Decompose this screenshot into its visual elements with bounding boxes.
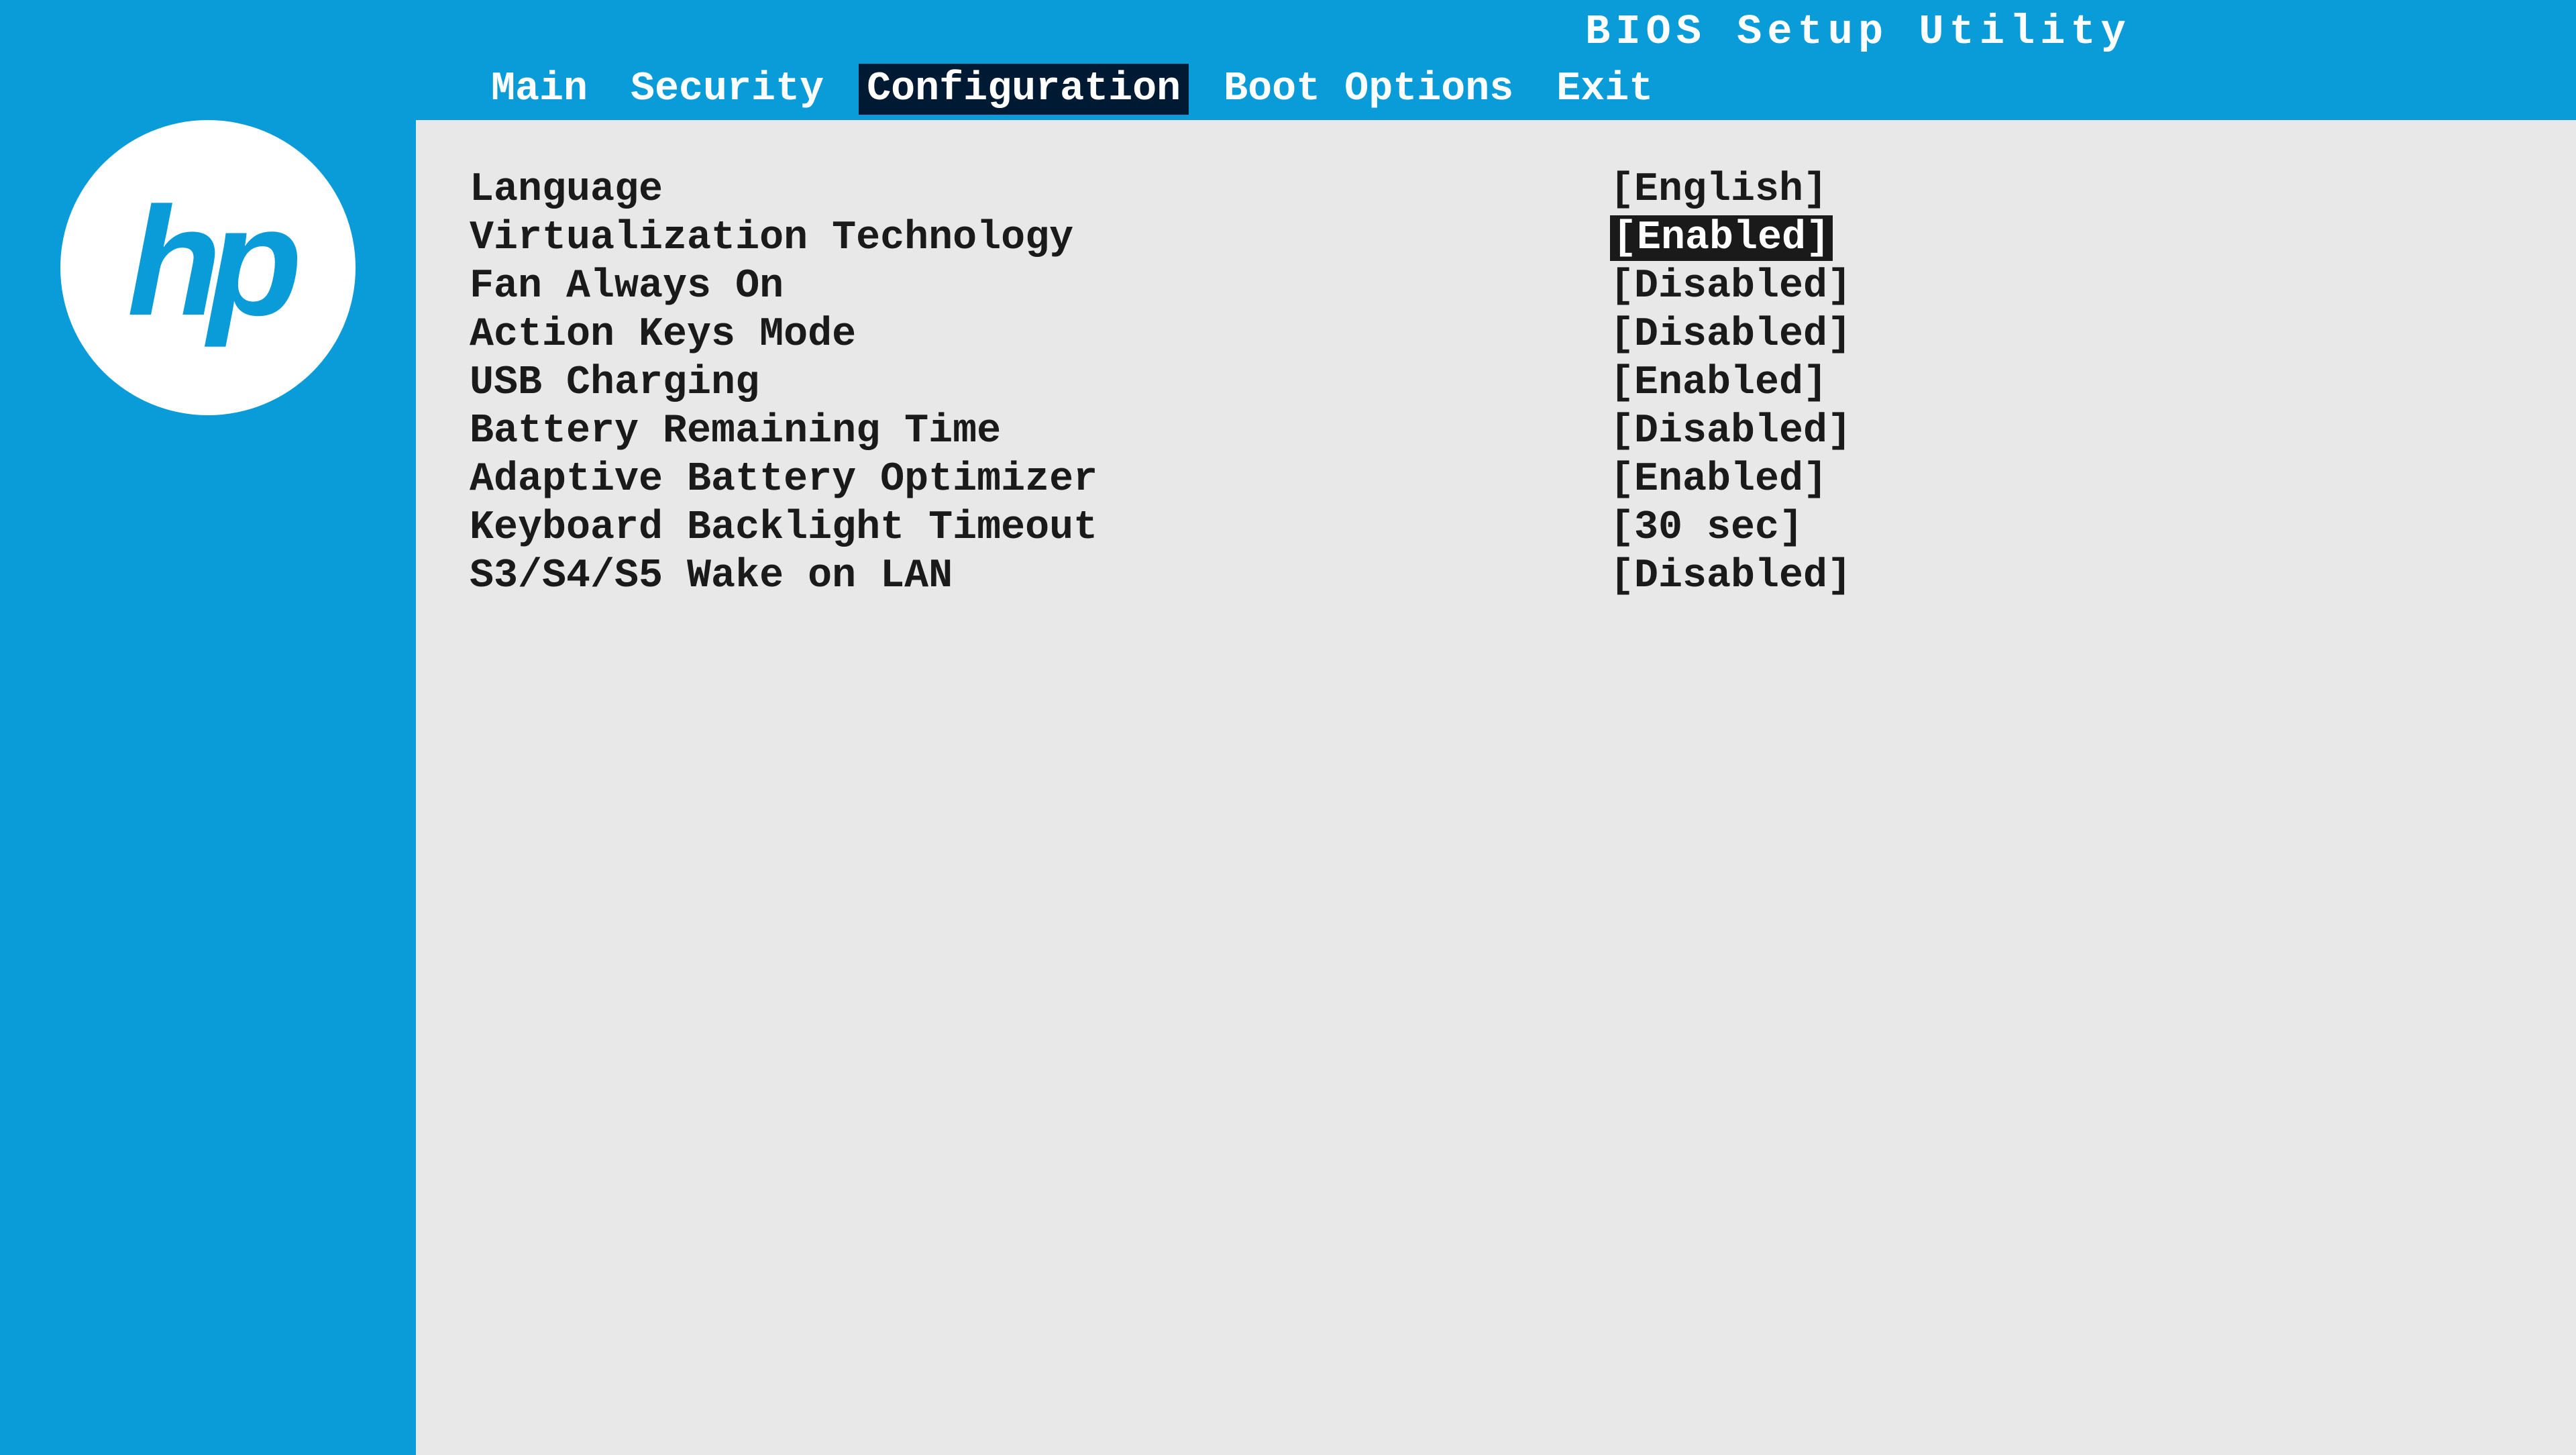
setting-label: S3/S4/S5 Wake on LAN xyxy=(470,553,1610,599)
setting-virtualization[interactable]: Virtualization Technology [Enabled] xyxy=(470,215,2522,261)
main-area: hp Language [English] Virtualization Tec… xyxy=(0,120,2576,1455)
tab-configuration[interactable]: Configuration xyxy=(859,64,1189,115)
setting-usb-charging[interactable]: USB Charging [Enabled] xyxy=(470,360,2522,406)
setting-label: Language xyxy=(470,167,1610,213)
tab-exit[interactable]: Exit xyxy=(1548,64,1661,115)
bios-title: BIOS Setup Utility xyxy=(0,8,2576,56)
setting-keyboard-backlight[interactable]: Keyboard Backlight Timeout [30 sec] xyxy=(470,505,2522,551)
setting-label: Virtualization Technology xyxy=(470,215,1610,261)
setting-value[interactable]: [Disabled] xyxy=(1610,409,1851,454)
hp-logo-text: hp xyxy=(127,172,289,350)
tabs-row: Main Security Configuration Boot Options… xyxy=(0,56,2576,120)
setting-value[interactable]: [30 sec] xyxy=(1610,505,1803,551)
setting-action-keys[interactable]: Action Keys Mode [Disabled] xyxy=(470,312,2522,358)
hp-logo: hp xyxy=(60,120,356,415)
setting-label: USB Charging xyxy=(470,360,1610,406)
setting-label: Adaptive Battery Optimizer xyxy=(470,457,1610,502)
setting-value[interactable]: [English] xyxy=(1610,167,1827,213)
tab-security[interactable]: Security xyxy=(623,64,832,115)
settings-panel: Language [English] Virtualization Techno… xyxy=(416,120,2576,1455)
bios-header: BIOS Setup Utility Main Security Configu… xyxy=(0,0,2576,120)
setting-value[interactable]: [Disabled] xyxy=(1610,553,1851,599)
setting-battery-time[interactable]: Battery Remaining Time [Disabled] xyxy=(470,409,2522,454)
setting-wake-on-lan[interactable]: S3/S4/S5 Wake on LAN [Disabled] xyxy=(470,553,2522,599)
setting-value[interactable]: [Enabled] xyxy=(1610,457,1827,502)
setting-language[interactable]: Language [English] xyxy=(470,167,2522,213)
sidebar: hp xyxy=(0,120,416,1455)
setting-value[interactable]: [Disabled] xyxy=(1610,264,1851,309)
setting-value[interactable]: [Enabled] xyxy=(1610,215,1833,261)
setting-battery-optimizer[interactable]: Adaptive Battery Optimizer [Enabled] xyxy=(470,457,2522,502)
setting-value[interactable]: [Disabled] xyxy=(1610,312,1851,358)
setting-fan[interactable]: Fan Always On [Disabled] xyxy=(470,264,2522,309)
setting-label: Keyboard Backlight Timeout xyxy=(470,505,1610,551)
setting-label: Fan Always On xyxy=(470,264,1610,309)
tab-main[interactable]: Main xyxy=(483,64,596,115)
setting-label: Battery Remaining Time xyxy=(470,409,1610,454)
setting-label: Action Keys Mode xyxy=(470,312,1610,358)
setting-value[interactable]: [Enabled] xyxy=(1610,360,1827,406)
tab-boot-options[interactable]: Boot Options xyxy=(1216,64,1521,115)
